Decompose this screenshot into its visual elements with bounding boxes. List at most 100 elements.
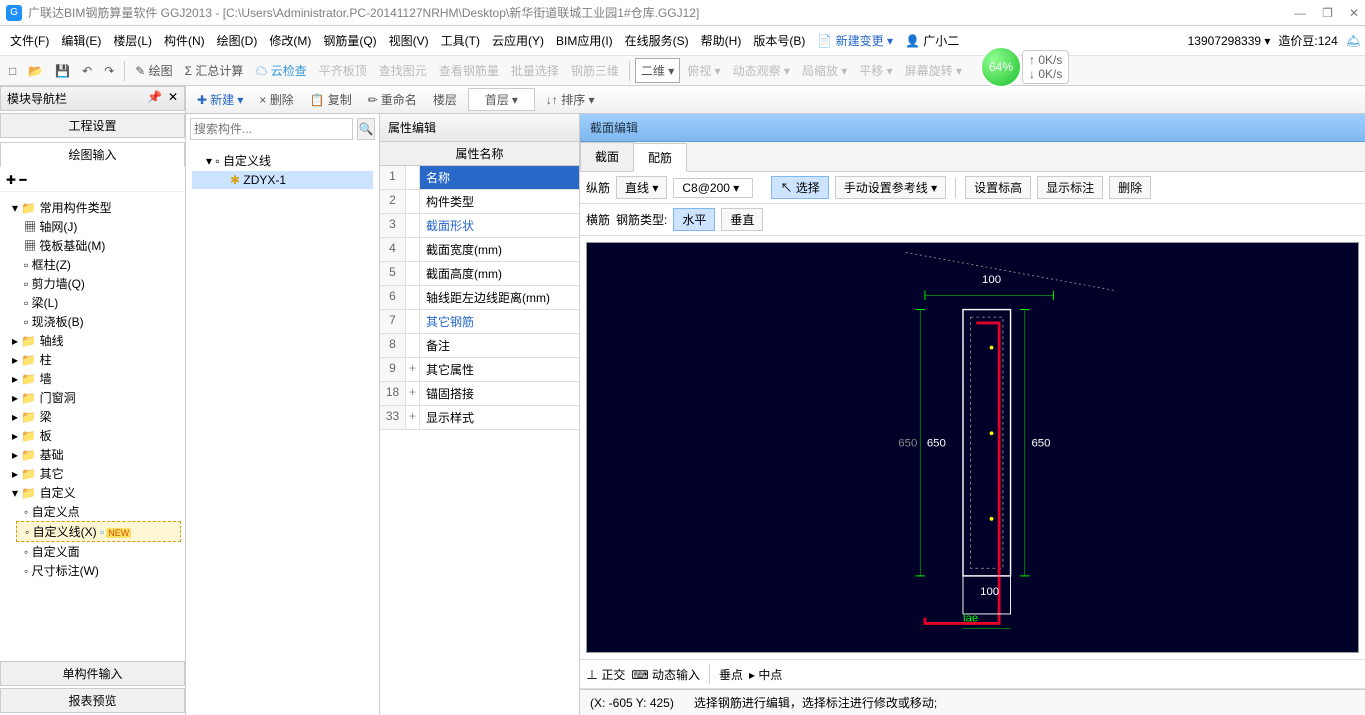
menu-modify[interactable]: 修改(M) xyxy=(263,28,317,53)
tree-cat[interactable]: ▸ 📁 墙 xyxy=(4,369,181,388)
dynamic-input-button[interactable]: ⌨ 动态输入 xyxy=(631,666,700,683)
property-row[interactable]: 18+锚固搭接 xyxy=(380,382,579,406)
menu-bim[interactable]: BIM应用(I) xyxy=(550,28,619,53)
horizontal-button[interactable]: 水平 xyxy=(673,208,715,231)
drawing-canvas[interactable]: 100 650 650 650 100 xyxy=(586,242,1359,653)
sort-button[interactable]: ↓↑ 排序 ▾ xyxy=(541,88,600,111)
menu-edit[interactable]: 编辑(E) xyxy=(55,28,107,53)
close-button[interactable]: ✕ xyxy=(1349,6,1359,20)
tab-section[interactable]: 截面 xyxy=(580,142,634,171)
maximize-button[interactable]: ❐ xyxy=(1322,6,1333,20)
tree-cat[interactable]: ▸ 📁 梁 xyxy=(4,407,181,426)
tree-custom-root[interactable]: ▾ 📁 自定义 xyxy=(4,483,181,502)
close-panel-icon[interactable]: ✕ xyxy=(168,90,178,107)
top-view-button[interactable]: 俯视 ▾ xyxy=(682,59,725,82)
tree-tools[interactable]: ✚ ━ xyxy=(0,169,185,192)
tree-item[interactable]: ▫ 剪力墙(Q) xyxy=(16,274,181,293)
delete-rebar-button[interactable]: 删除 xyxy=(1109,176,1151,199)
pin-icon[interactable]: 📌 xyxy=(147,90,162,107)
property-row[interactable]: 3截面形状 xyxy=(380,214,579,238)
reference-line-button[interactable]: 手动设置参考线 ▾ xyxy=(835,176,946,199)
new-file-button[interactable]: □ xyxy=(4,61,21,81)
tree-cat[interactable]: ▸ 📁 基础 xyxy=(4,445,181,464)
cloud-check-button[interactable]: ☁ 云检查 xyxy=(250,59,311,82)
property-row[interactable]: 4截面宽度(mm) xyxy=(380,238,579,262)
summary-button[interactable]: Σ 汇总计算 xyxy=(180,59,249,82)
tree-cat[interactable]: ▸ 📁 轴线 xyxy=(4,331,181,350)
copy-button[interactable]: 📋 复制 xyxy=(305,88,357,111)
menu-draw[interactable]: 绘图(D) xyxy=(211,28,264,53)
select-button[interactable]: ↖ 选择 xyxy=(771,176,828,199)
elevation-button[interactable]: 设置标高 xyxy=(965,176,1031,199)
tree-cat[interactable]: ▸ 📁 柱 xyxy=(4,350,181,369)
new-change-button[interactable]: 📄 新建变更 ▾ xyxy=(811,28,899,53)
property-row[interactable]: 9+其它属性 xyxy=(380,358,579,382)
pan-button[interactable]: 平移 ▾ xyxy=(854,59,897,82)
menu-help[interactable]: 帮助(H) xyxy=(695,28,748,53)
search-button[interactable]: 🔍 xyxy=(357,118,375,140)
property-row[interactable]: 5截面高度(mm) xyxy=(380,262,579,286)
tab-project-settings[interactable]: 工程设置 xyxy=(0,113,185,138)
view-mode-dropdown[interactable]: 二维 ▾ xyxy=(635,58,680,83)
property-row[interactable]: 7其它钢筋 xyxy=(380,310,579,334)
show-label-button[interactable]: 显示标注 xyxy=(1037,176,1103,199)
menu-rebar[interactable]: 钢筋量(Q) xyxy=(317,28,382,53)
tree-item[interactable]: ▫ 梁(L) xyxy=(16,293,181,312)
delete-button[interactable]: × 删除 xyxy=(254,88,298,111)
tree-item[interactable]: ▫ 框柱(Z) xyxy=(16,255,181,274)
search-input[interactable] xyxy=(190,118,353,140)
property-row[interactable]: 33+显示样式 xyxy=(380,406,579,430)
perpendicular-snap-button[interactable]: 垂点 xyxy=(719,666,743,683)
tree-item[interactable]: ▦ 轴网(J) xyxy=(16,217,181,236)
tree-cat[interactable]: ▸ 📁 其它 xyxy=(4,464,181,483)
open-file-button[interactable]: 📂 xyxy=(23,61,48,81)
tree-custom-line[interactable]: ◦ 自定义线(X) ▫NEW xyxy=(16,521,181,542)
undo-button[interactable]: ↶ xyxy=(77,61,97,81)
rename-button[interactable]: ✏ 重命名 xyxy=(363,88,422,111)
menu-floor[interactable]: 楼层(L) xyxy=(107,28,158,53)
property-row[interactable]: 8备注 xyxy=(380,334,579,358)
tab-draw-input[interactable]: 绘图输入 xyxy=(0,142,185,167)
rotate-button[interactable]: 屏幕旋转 ▾ xyxy=(900,59,967,82)
menu-tools[interactable]: 工具(T) xyxy=(435,28,486,53)
tree-custom-item[interactable]: ◦ 尺寸标注(W) xyxy=(16,561,181,580)
rebar-spec-dropdown[interactable]: C8@200 ▾ xyxy=(673,178,753,198)
draw-button[interactable]: ✎ 绘图 xyxy=(130,59,177,82)
minimize-button[interactable]: — xyxy=(1294,6,1306,20)
component-item[interactable]: ✱ ZDYX-1 xyxy=(192,171,373,189)
tab-rebar[interactable]: 配筋 xyxy=(633,143,687,172)
menu-file[interactable]: 文件(F) xyxy=(4,28,55,53)
property-row[interactable]: 1名称 xyxy=(380,166,579,190)
zoom-button[interactable]: 局缩放 ▾ xyxy=(797,59,852,82)
user-button[interactable]: 👤 广小二 xyxy=(899,28,965,53)
ortho-button[interactable]: ⊥ 正交 xyxy=(586,666,625,683)
floor-dropdown[interactable]: 首层 ▾ xyxy=(468,88,535,111)
tree-root[interactable]: ▾ 📁 常用构件类型 xyxy=(4,198,181,217)
slab-align-button[interactable]: 平齐板顶 xyxy=(314,59,372,82)
menu-version[interactable]: 版本号(B) xyxy=(747,28,811,53)
component-root[interactable]: ▾ ▫ 自定义线 xyxy=(192,150,373,171)
tree-item[interactable]: ▫ 现浇板(B) xyxy=(16,312,181,331)
property-row[interactable]: 2构件类型 xyxy=(380,190,579,214)
find-element-button[interactable]: 查找图元 xyxy=(374,59,432,82)
redo-button[interactable]: ↷ xyxy=(99,61,119,81)
new-button[interactable]: ✚ 新建 ▾ xyxy=(192,88,248,111)
speed-icon[interactable]: 64% xyxy=(980,46,1022,88)
rebar-3d-button[interactable]: 钢筋三维 xyxy=(566,59,624,82)
tree-cat[interactable]: ▸ 📁 板 xyxy=(4,426,181,445)
phone-label[interactable]: 13907298339 ▾ xyxy=(1188,34,1271,48)
menu-online[interactable]: 在线服务(S) xyxy=(619,28,695,53)
line-dropdown[interactable]: 直线 ▾ xyxy=(616,176,667,199)
midpoint-snap-button[interactable]: ▸ 中点 xyxy=(749,666,782,683)
menu-component[interactable]: 构件(N) xyxy=(158,28,211,53)
view-rebar-button[interactable]: 查看钢筋量 xyxy=(434,59,504,82)
tree-cat[interactable]: ▸ 📁 门窗洞 xyxy=(4,388,181,407)
orbit-button[interactable]: 动态观察 ▾ xyxy=(728,59,795,82)
batch-select-button[interactable]: 批量选择 xyxy=(506,59,564,82)
single-component-button[interactable]: 单构件输入 xyxy=(0,661,185,686)
menu-view[interactable]: 视图(V) xyxy=(383,28,435,53)
tree-item[interactable]: ▦ 筏板基础(M) xyxy=(16,236,181,255)
menu-cloud[interactable]: 云应用(Y) xyxy=(486,28,550,53)
tree-custom-item[interactable]: ◦ 自定义面 xyxy=(16,542,181,561)
tree-custom-item[interactable]: ◦ 自定义点 xyxy=(16,502,181,521)
